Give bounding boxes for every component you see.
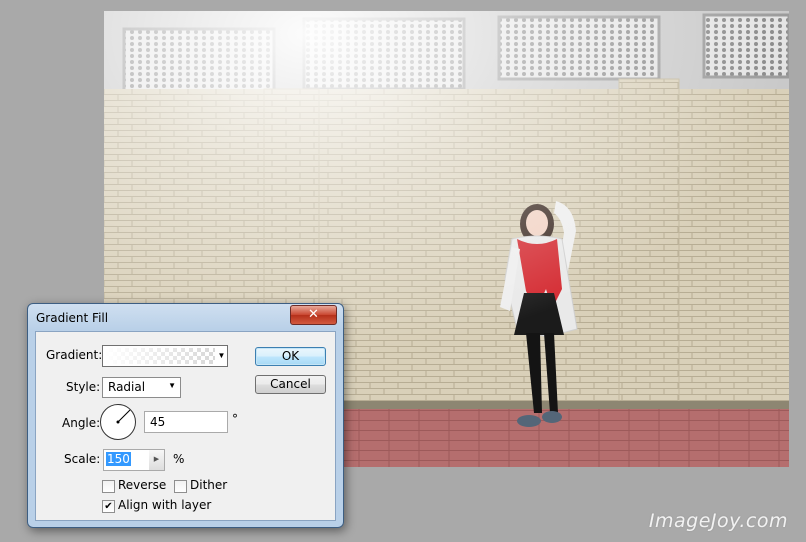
scale-value: 150: [106, 452, 131, 466]
style-value: Radial: [108, 380, 146, 394]
align-with-layer-checkbox[interactable]: ✔: [102, 500, 115, 513]
chevron-down-icon: ▼: [217, 351, 226, 360]
reverse-checkbox[interactable]: [102, 480, 115, 493]
angle-input[interactable]: 45: [144, 411, 228, 433]
chevron-right-icon: ▶: [153, 456, 160, 463]
dither-checkbox[interactable]: [174, 480, 187, 493]
checkmark-icon: ✔: [104, 501, 113, 512]
scale-label: Scale:: [64, 452, 101, 466]
angle-dial-icon: [116, 409, 131, 424]
style-label: Style:: [66, 380, 101, 394]
scale-slider-button[interactable]: ▶: [149, 449, 165, 471]
watermark: ImageJoy.com: [648, 510, 788, 532]
gradient-fill-dialog: Gradient Fill ✕ Gradient: ▼ OK Cancel St…: [27, 303, 344, 528]
dialog-title: Gradient Fill: [36, 311, 109, 325]
angle-dial[interactable]: [100, 404, 136, 440]
style-select[interactable]: Radial ▼: [102, 377, 181, 398]
scale-input[interactable]: 150: [103, 449, 151, 471]
align-with-layer-label: Align with layer: [118, 498, 212, 512]
percent-unit: %: [173, 452, 185, 466]
dialog-body: Gradient: ▼ OK Cancel Style: Radial ▼ An…: [35, 331, 336, 521]
degree-unit: °: [232, 412, 238, 426]
angle-label: Angle:: [62, 416, 101, 430]
reverse-label: Reverse: [118, 478, 167, 492]
chevron-down-icon: ▼: [168, 381, 176, 390]
cancel-button[interactable]: Cancel: [255, 375, 326, 394]
gradient-label: Gradient:: [46, 348, 103, 362]
gradient-picker[interactable]: [102, 345, 218, 367]
gradient-preview: [105, 348, 215, 364]
gradient-dropdown-button[interactable]: ▼: [216, 345, 228, 367]
ok-button[interactable]: OK: [255, 347, 326, 366]
angle-value: 45: [150, 415, 166, 429]
dither-label: Dither: [190, 478, 228, 492]
close-icon: ✕: [308, 307, 319, 322]
close-button[interactable]: ✕: [290, 305, 337, 325]
